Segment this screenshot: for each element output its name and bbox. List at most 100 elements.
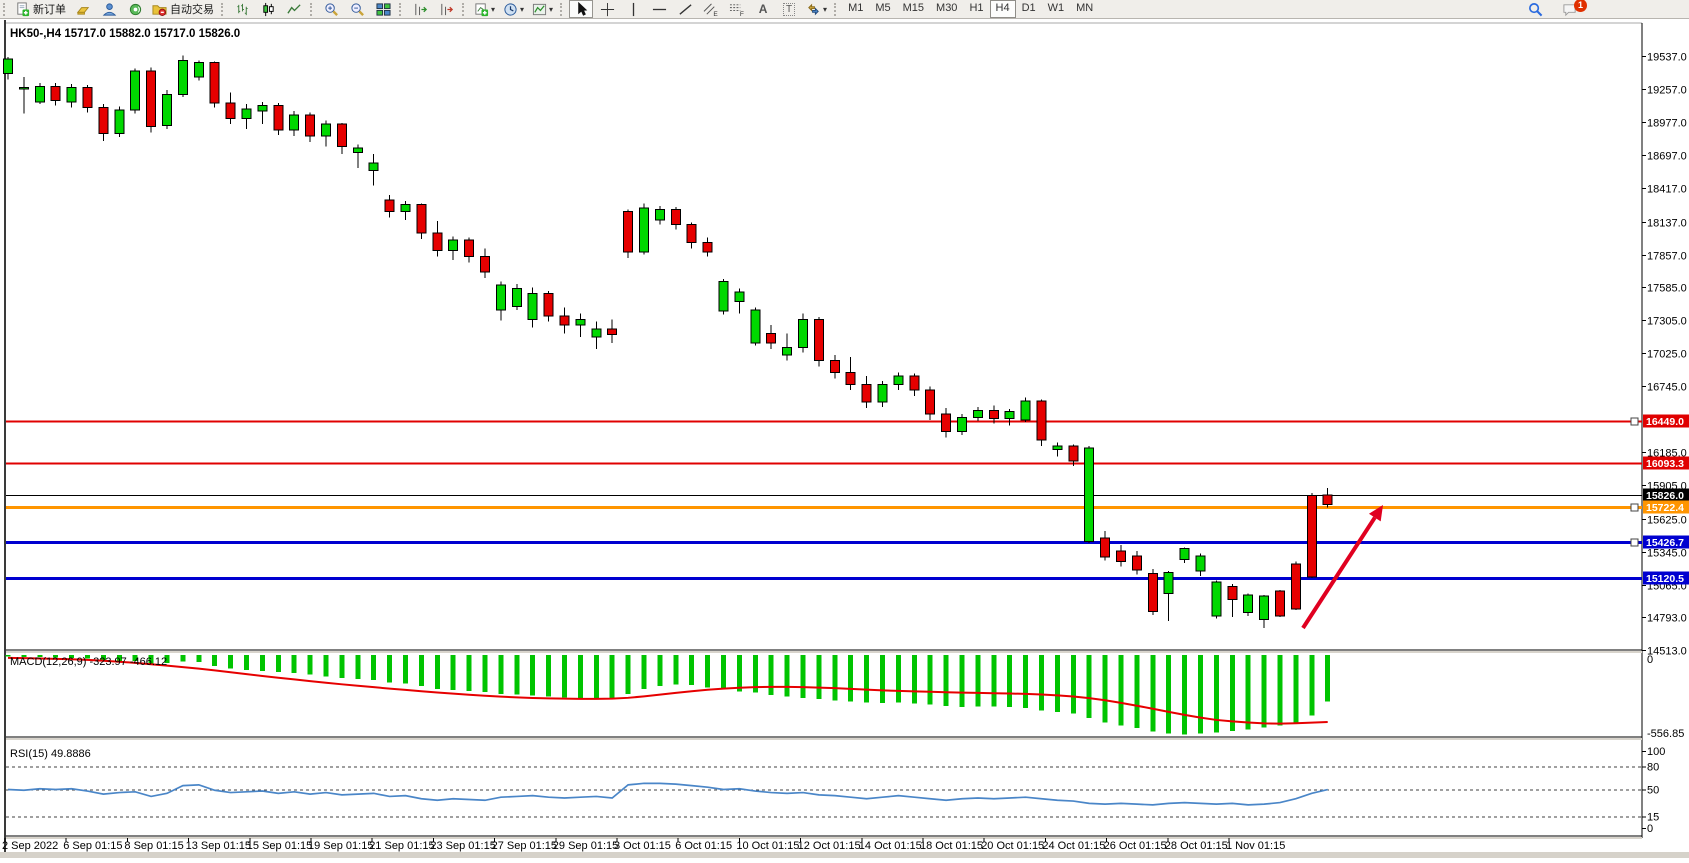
timeframe-button-MN[interactable]: MN (1070, 0, 1099, 18)
chevron-down-icon: ▾ (823, 5, 827, 14)
candle (274, 103, 283, 135)
chart-ohlc-title: HK50-,H4 15717.0 15882.0 15717.0 15826.0 (10, 28, 240, 40)
price-tick-label: 17585.0 (1647, 283, 1687, 295)
vertical-line-button[interactable] (621, 0, 645, 18)
svg-text:E: E (713, 11, 718, 17)
channel-button[interactable]: E (699, 0, 723, 18)
price-badge-label: 15120.5 (1646, 573, 1684, 585)
price-tick-label: 18697.0 (1647, 151, 1687, 163)
trendline-button[interactable] (673, 0, 697, 18)
zoom-out-icon (350, 2, 365, 17)
auto-scroll-button[interactable] (434, 0, 458, 18)
candle (115, 106, 124, 137)
fibonacci-button[interactable]: F (725, 0, 749, 18)
zoom-in-button[interactable] (319, 0, 343, 18)
price-badge-label: 15426.7 (1646, 537, 1684, 549)
window-bottom-strip (0, 852, 1689, 858)
new-order-label: 新订单 (33, 1, 66, 17)
toolbar-grip (221, 3, 226, 16)
hline-handle[interactable] (1631, 539, 1638, 546)
chart-area[interactable]: HK50-,H4 15717.0 15882.0 15717.0 15826.0… (0, 0, 1689, 858)
time-tick-label: 28 Oct 01:15 (1165, 840, 1228, 852)
timeframe-button-W1[interactable]: W1 (1042, 0, 1071, 18)
timeframe-button-D1[interactable]: D1 (1016, 0, 1042, 18)
time-tick-label: 27 Sep 01:15 (492, 840, 557, 852)
candlestick-chart-icon (261, 2, 276, 17)
new-chart-icon (474, 2, 489, 17)
arrows-dropdown-button[interactable]: ▾ (803, 0, 830, 18)
gold-widget-button[interactable] (71, 0, 95, 18)
candlestick-chart-button[interactable] (256, 0, 280, 18)
price-badge-label: 15826.0 (1646, 490, 1684, 502)
candle (719, 279, 728, 314)
crosshair-button[interactable] (595, 0, 619, 18)
signals-button[interactable] (123, 0, 147, 18)
new-order-button[interactable]: 新订单 (12, 0, 69, 18)
cursor-button[interactable] (569, 0, 593, 18)
time-tick-label: 14 Oct 01:15 (859, 840, 922, 852)
price-badge-label: 15722.4 (1646, 502, 1684, 514)
price-tick-label: 19257.0 (1647, 85, 1687, 97)
price-tick-label: 18137.0 (1647, 218, 1687, 230)
candle (1085, 446, 1094, 543)
toolbar-grip (834, 3, 839, 16)
timeframe-button-H4[interactable]: H4 (990, 0, 1016, 18)
chart-shift-button[interactable] (408, 0, 432, 18)
timeframe-button-M5[interactable]: M5 (869, 0, 896, 18)
window-left-border (4, 20, 6, 852)
candle (751, 307, 760, 345)
candle (958, 414, 967, 435)
hline-handle[interactable] (1631, 418, 1638, 425)
candle (1244, 594, 1253, 616)
price-tick-label: 18977.0 (1647, 118, 1687, 130)
expert-advisor-icon (102, 2, 117, 17)
horizontal-line-icon (652, 2, 667, 17)
bar-chart-button[interactable] (230, 0, 254, 18)
candle (1291, 562, 1300, 610)
time-tick-label: 10 Oct 01:15 (736, 840, 799, 852)
zoom-out-button[interactable] (345, 0, 369, 18)
time-tick-label: 24 Oct 01:15 (1042, 840, 1105, 852)
signals-icon (128, 2, 143, 17)
time-tick-label: 12 Oct 01:15 (798, 840, 861, 852)
candle (1307, 493, 1316, 578)
time-tick-label: 21 Sep 01:15 (369, 840, 434, 852)
zoom-in-icon (324, 2, 339, 17)
price-badge-label: 16093.3 (1646, 458, 1684, 470)
candle (1148, 569, 1157, 615)
notifications-button[interactable]: 1 (1558, 0, 1582, 18)
template-dropdown-button[interactable]: ▾ (529, 0, 556, 18)
period-dropdown-button[interactable]: ▾ (500, 0, 527, 18)
chevron-down-icon: ▾ (491, 5, 495, 14)
timeframe-button-M30[interactable]: M30 (930, 0, 963, 18)
auto-trading-button[interactable]: 自动交易 (149, 0, 217, 18)
timeframe-button-M1[interactable]: M1 (842, 0, 869, 18)
search-button[interactable] (1523, 0, 1547, 18)
price-tick-label: 17305.0 (1647, 316, 1687, 328)
expert-advisor-button[interactable] (97, 0, 121, 18)
chart-shift-icon (413, 2, 428, 17)
chevron-down-icon: ▾ (549, 5, 553, 14)
price-tick-label: 19537.0 (1647, 52, 1687, 64)
rsi-tick-label: 15 (1647, 811, 1659, 823)
new-chart-button[interactable]: ▾ (471, 0, 498, 18)
timeframe-button-H1[interactable]: H1 (963, 0, 989, 18)
price-tick-label: 18417.0 (1647, 184, 1687, 196)
timeframe-button-M15[interactable]: M15 (897, 0, 930, 18)
hline-handle[interactable] (1631, 504, 1638, 511)
tile-windows-button[interactable] (371, 0, 395, 18)
text-button[interactable]: A (751, 0, 775, 18)
candle (640, 203, 649, 254)
candle (147, 67, 156, 132)
price-tick-label: 16745.0 (1647, 382, 1687, 394)
line-chart-button[interactable] (282, 0, 306, 18)
timeframe-group: M1M5M15M30H1H4D1W1MN (842, 0, 1099, 18)
time-axis[interactable]: 2 Sep 20226 Sep 01:158 Sep 01:1513 Sep 0… (2, 838, 1285, 852)
rsi-tick-label: 0 (1647, 823, 1653, 835)
text-label-button[interactable]: T (777, 0, 801, 18)
time-tick-label: 23 Sep 01:15 (430, 840, 495, 852)
template-icon (532, 2, 547, 17)
rsi-tick-label: 100 (1647, 746, 1665, 758)
horizontal-line-button[interactable] (647, 0, 671, 18)
bar-chart-icon (235, 2, 250, 17)
